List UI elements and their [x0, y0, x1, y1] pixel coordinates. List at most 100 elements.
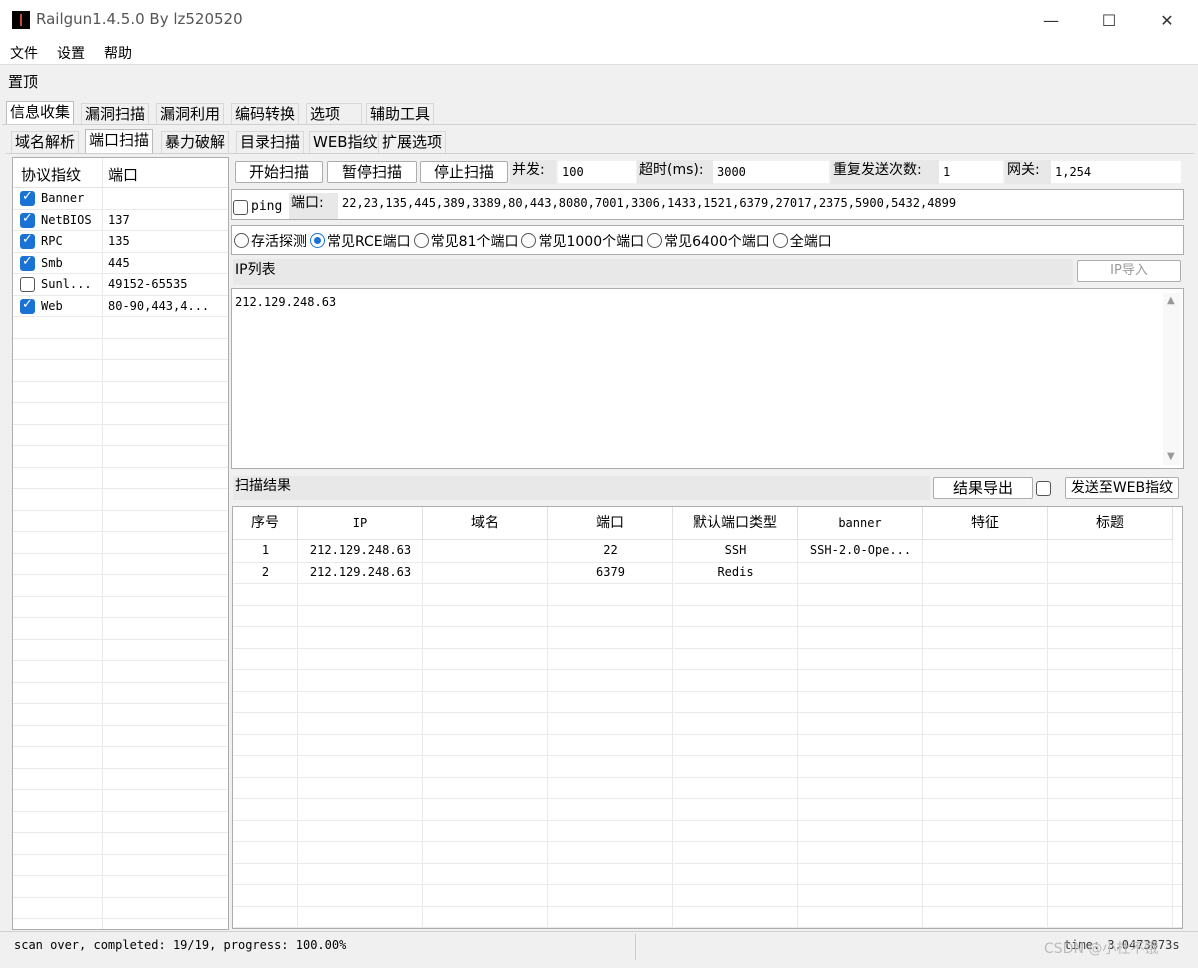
protocol-row	[13, 855, 228, 876]
column-divider	[797, 540, 798, 928]
protocol-checkbox[interactable]	[20, 211, 35, 228]
status-bar: scan over, completed: 19/19, progress: 1…	[0, 931, 1198, 965]
ip-list-textarea[interactable]: 212.129.248.63 ▲ ▼	[231, 288, 1184, 469]
column-header[interactable]: 特征	[923, 507, 1048, 540]
menu-file[interactable]: 文件	[10, 43, 38, 63]
protocol-table: 协议指纹 端口 Banner NetBIOS 137 RPC 135 Smb 445 Sunl…	[12, 157, 229, 930]
port-preset-label: 存活探测	[251, 234, 307, 250]
column-divider	[672, 540, 673, 928]
protocol-checkbox[interactable]	[20, 189, 35, 206]
row-divider	[233, 755, 1182, 756]
header-port[interactable]: 端口	[108, 164, 138, 185]
header-protocol[interactable]: 协议指纹	[21, 164, 81, 185]
tab-aux-tools[interactable]: 辅助工具	[366, 103, 435, 125]
radio-button[interactable]	[647, 233, 663, 248]
tab-encoding[interactable]: 编码转换	[231, 103, 300, 125]
radio-button[interactable]	[772, 233, 788, 248]
export-results-button[interactable]: 结果导出	[933, 477, 1033, 499]
protocol-row[interactable]: RPC 135	[13, 231, 228, 253]
port-preset-option[interactable]: 常见1000个端口	[521, 233, 644, 250]
protocol-name: Banner	[41, 191, 85, 205]
table-cell: 6379	[596, 564, 625, 579]
column-header[interactable]: 默认端口类型	[673, 507, 798, 540]
stop-scan-button[interactable]: 停止扫描	[420, 161, 508, 183]
subtab-port-scan[interactable]: 端口扫描	[85, 129, 154, 154]
column-header[interactable]: banner	[798, 507, 923, 540]
radio-button[interactable]	[234, 233, 249, 248]
table-cell	[923, 562, 1048, 584]
subtab-domain-resolve[interactable]: 域名解析	[11, 131, 80, 153]
menu-bar: 文件 设置 帮助	[0, 40, 1198, 65]
protocol-row[interactable]: Smb 445	[13, 253, 228, 274]
radio-button[interactable]	[310, 233, 325, 248]
protocol-row[interactable]: NetBIOS 137	[13, 210, 228, 231]
subtab-web-fingerprint[interactable]: WEB指纹	[309, 131, 382, 153]
concurrency-input[interactable]: 100	[558, 161, 636, 183]
protocol-checkbox[interactable]	[20, 254, 35, 271]
ip-list-scrollbar[interactable]: ▲ ▼	[1163, 293, 1181, 465]
radio-button[interactable]	[521, 233, 537, 248]
ports-input[interactable]: 22,23,135,445,389,3389,80,443,8080,7001,…	[342, 196, 956, 210]
window-title: Railgun1.4.5.0 By lz520520	[36, 10, 243, 28]
protocol-row[interactable]: Banner	[13, 188, 228, 210]
protocol-name: Web	[41, 298, 63, 313]
table-cell: 1	[261, 543, 270, 557]
column-header[interactable]: IP	[298, 507, 423, 540]
protocol-row	[13, 747, 228, 769]
port-preset-option[interactable]: 常见81个端口	[413, 233, 518, 250]
protocol-row[interactable]: Web 80-90,443,4...	[13, 296, 228, 317]
port-preset-option[interactable]: 常见6400个端口	[647, 233, 770, 250]
tab-info-gathering[interactable]: 信息收集	[6, 101, 75, 125]
column-header[interactable]: 序号	[233, 507, 298, 540]
tab-vuln-scan[interactable]: 漏洞扫描	[81, 103, 150, 125]
subtab-extended-options[interactable]: 扩展选项	[378, 131, 447, 153]
port-label: 端口:	[289, 193, 338, 219]
ip-list-content: 212.129.248.63	[235, 295, 337, 309]
protocol-name: RPC	[41, 234, 63, 248]
table-cell: 212.129.248.63	[309, 543, 412, 557]
table-cell: SSH	[724, 543, 747, 557]
minimize-button[interactable]: —	[1022, 0, 1080, 40]
menu-help[interactable]: 帮助	[104, 43, 132, 63]
ip-import-button[interactable]: IP导入	[1077, 260, 1181, 282]
menu-settings[interactable]: 设置	[57, 43, 85, 63]
retry-input[interactable]: 1	[939, 161, 1003, 183]
radio-button[interactable]	[413, 233, 429, 248]
column-header[interactable]: 标题	[1048, 507, 1173, 540]
subtab-dir-scan[interactable]: 目录扫描	[236, 131, 305, 153]
maximize-button[interactable]: ☐	[1080, 0, 1138, 40]
status-divider	[635, 934, 636, 960]
timeout-input[interactable]: 3000	[713, 161, 829, 183]
subtab-brute-force[interactable]: 暴力破解	[161, 131, 230, 153]
port-preset-label: 常见6400个端口	[664, 234, 770, 250]
tab-vuln-exploit[interactable]: 漏洞利用	[156, 103, 225, 125]
protocol-row[interactable]: Sunl... 49152-65535	[13, 274, 228, 296]
port-preset-option[interactable]: 常见RCE端口	[310, 233, 411, 250]
protocol-row	[13, 339, 228, 360]
protocol-checkbox[interactable]	[20, 232, 35, 249]
protocol-port: 135	[108, 234, 130, 248]
protocol-checkbox[interactable]	[20, 297, 35, 314]
gateway-input[interactable]: 1,254	[1051, 161, 1181, 183]
ping-checkbox[interactable]	[233, 200, 248, 215]
pause-scan-button[interactable]: 暂停扫描	[327, 161, 417, 183]
send-checkbox[interactable]	[1036, 481, 1051, 496]
port-preset-option[interactable]: 全端口	[772, 233, 832, 250]
tab-options[interactable]: 选项	[306, 103, 362, 125]
column-header[interactable]: 域名	[423, 507, 548, 540]
port-preset-option[interactable]: 存活探测	[234, 233, 307, 250]
column-header[interactable]: 端口	[548, 507, 673, 540]
scroll-up-icon[interactable]: ▲	[1167, 295, 1175, 306]
close-button[interactable]: ✕	[1138, 0, 1196, 40]
send-to-web-fingerprint-button[interactable]: 发送至WEB指纹	[1065, 477, 1179, 499]
scroll-down-icon[interactable]: ▼	[1167, 451, 1175, 462]
row-divider	[233, 927, 1182, 928]
table-cell: 22	[603, 543, 618, 557]
start-scan-button[interactable]: 开始扫描	[235, 161, 323, 183]
table-cell	[423, 540, 548, 562]
protocol-checkbox[interactable]	[20, 277, 35, 292]
pin-on-top-toggle[interactable]: 置顶	[8, 71, 38, 92]
protocol-table-header: 协议指纹 端口	[13, 158, 228, 188]
protocol-row	[13, 446, 228, 468]
row-divider	[233, 583, 1182, 584]
